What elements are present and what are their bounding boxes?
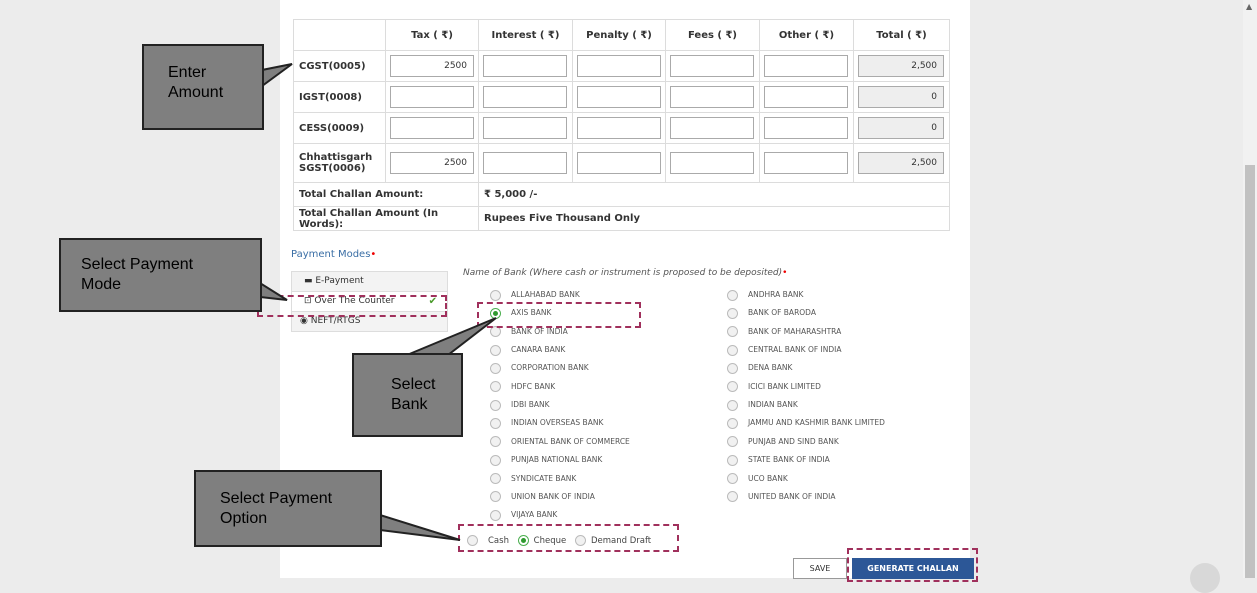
callout-payment-option: Select Payment Option [194, 470, 382, 547]
callout-text: Mode [81, 276, 122, 293]
callout-text: Bank [391, 396, 428, 413]
callout-payment-mode: Select Payment Mode [59, 238, 262, 312]
callout-text: Enter [168, 64, 207, 81]
callout-text: Select Payment [81, 256, 194, 273]
callout-text: Amount [168, 84, 224, 101]
callout-text: Select Payment [220, 490, 333, 507]
callout-text: Select [391, 376, 436, 393]
floating-circle [1190, 563, 1220, 593]
callout-enter-amount: Enter Amount [142, 44, 264, 130]
callout-bank: Select Bank [352, 353, 463, 437]
callout-text: Option [220, 510, 268, 527]
